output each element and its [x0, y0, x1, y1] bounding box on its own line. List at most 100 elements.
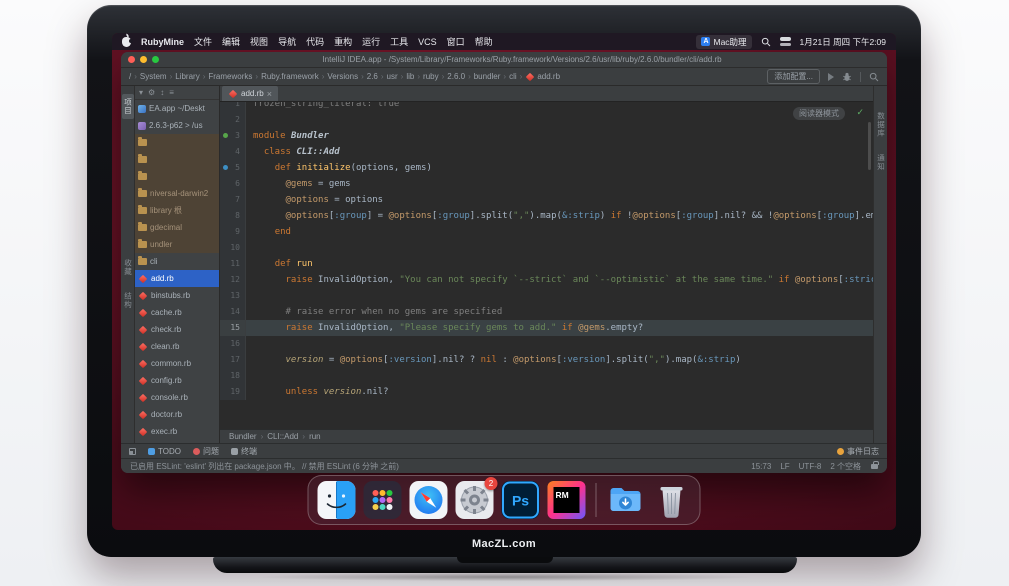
- toolwindow-tool-windows[interactable]: [129, 448, 136, 455]
- tree-row[interactable]: 2.6.3-p62 > /us: [135, 117, 219, 134]
- tool-stripe-label[interactable]: 结构: [122, 292, 134, 309]
- scroll-icon[interactable]: ↕: [160, 88, 164, 97]
- code-line[interactable]: 4 class CLI::Add: [220, 144, 873, 160]
- line-number[interactable]: 1: [220, 102, 246, 112]
- code-line[interactable]: 19 unless version.nil?: [220, 384, 873, 400]
- breadcrumb-item[interactable]: add.rb: [525, 72, 560, 81]
- code-line[interactable]: 3module Bundler: [220, 128, 873, 144]
- assistant-item[interactable]: A Mac助理: [696, 35, 751, 49]
- dock-downloads-icon[interactable]: [607, 481, 645, 519]
- line-number[interactable]: 18: [220, 368, 246, 384]
- menubar-menu[interactable]: 运行: [362, 35, 380, 48]
- code-line[interactable]: 14 # raise error when no gems are specif…: [220, 304, 873, 320]
- tree-row[interactable]: niversal-darwin2: [135, 185, 219, 202]
- menubar-menu[interactable]: 代码: [306, 35, 324, 48]
- tool-stripe-label[interactable]: 数据库: [875, 112, 887, 138]
- menubar-menu[interactable]: 窗口: [447, 35, 465, 48]
- code-line[interactable]: 5 def initialize(options, gems): [220, 160, 873, 176]
- editor-breadcrumb-item[interactable]: CLI::Add: [267, 432, 298, 441]
- code-line[interactable]: 16: [220, 336, 873, 352]
- line-number[interactable]: 17: [220, 352, 246, 368]
- tree-row[interactable]: gdecimal: [135, 219, 219, 236]
- code-line[interactable]: 11 def run: [220, 256, 873, 272]
- dock-finder-icon[interactable]: [318, 481, 356, 519]
- dock-safari-icon[interactable]: [410, 481, 448, 519]
- gutter-marker-blue[interactable]: [223, 165, 228, 170]
- line-number[interactable]: 2: [220, 112, 246, 128]
- code-line[interactable]: 17 version = @options[:version].nil? ? n…: [220, 352, 873, 368]
- tree-row[interactable]: add.rb: [135, 270, 219, 287]
- line-number[interactable]: 5: [220, 160, 246, 176]
- code-line[interactable]: 9 end: [220, 224, 873, 240]
- line-number[interactable]: 13: [220, 288, 246, 304]
- tab-close-icon[interactable]: ×: [267, 90, 272, 98]
- tree-row[interactable]: undler: [135, 236, 219, 253]
- code-line[interactable]: 12 raise InvalidOption, "You can not spe…: [220, 272, 873, 288]
- minimize-button[interactable]: [140, 56, 147, 63]
- code-line[interactable]: 15 raise InvalidOption, "Please specify …: [220, 320, 873, 336]
- tree-row[interactable]: cache.rb: [135, 304, 219, 321]
- toolwindow-todo[interactable]: TODO: [148, 447, 181, 456]
- tool-stripe-label[interactable]: 收藏: [122, 259, 134, 276]
- tree-row[interactable]: EA.app ~/Deskt: [135, 100, 219, 117]
- editor-breadcrumb-item[interactable]: Bundler: [229, 432, 257, 441]
- breadcrumb-item[interactable]: Ruby.framework: [261, 72, 319, 81]
- search-everywhere-icon[interactable]: [869, 72, 879, 82]
- toolwindow-event-log[interactable]: 事件日志: [837, 446, 879, 457]
- code-line[interactable]: 6 @gems = gems: [220, 176, 873, 192]
- tree-row[interactable]: [135, 168, 219, 185]
- toolwindow-terminal[interactable]: 终端: [231, 446, 257, 457]
- more-icon[interactable]: ≡: [169, 88, 174, 97]
- tree-row[interactable]: config.rb: [135, 372, 219, 389]
- run-configuration-select[interactable]: 添加配置...: [767, 69, 820, 84]
- gutter-marker-green[interactable]: [223, 133, 228, 138]
- caret-position[interactable]: 15:73: [751, 462, 771, 471]
- breadcrumb-item[interactable]: /: [129, 72, 131, 81]
- menubar-menu[interactable]: VCS: [418, 37, 437, 47]
- encoding[interactable]: UTF-8: [799, 462, 822, 471]
- tool-stripe-label[interactable]: 通知: [875, 154, 887, 171]
- breadcrumb-item[interactable]: bundler: [474, 72, 501, 81]
- menubar-menu[interactable]: 编辑: [222, 35, 240, 48]
- line-number[interactable]: 14: [220, 304, 246, 320]
- breadcrumb-item[interactable]: usr: [387, 72, 398, 81]
- control-center-icon[interactable]: [780, 37, 791, 46]
- line-number[interactable]: 9: [220, 224, 246, 240]
- collapse-icon[interactable]: ▾: [139, 88, 143, 97]
- code-line[interactable]: 8 @options[:group] = @options[:group].sp…: [220, 208, 873, 224]
- run-button[interactable]: [828, 73, 834, 81]
- tree-row[interactable]: cli: [135, 253, 219, 270]
- tool-stripe-label[interactable]: 项目: [122, 94, 134, 119]
- menubar-menu[interactable]: 重构: [334, 35, 352, 48]
- tree-row[interactable]: clean.rb: [135, 338, 219, 355]
- dock-rubymine-icon[interactable]: RM: [548, 481, 586, 519]
- breadcrumb-item[interactable]: System: [140, 72, 167, 81]
- readonly-lock-icon[interactable]: [871, 464, 878, 469]
- dock-preferences-icon[interactable]: 2: [456, 481, 494, 519]
- tree-row[interactable]: library 根: [135, 202, 219, 219]
- code-line[interactable]: 13: [220, 288, 873, 304]
- apple-menu-icon[interactable]: [122, 37, 131, 47]
- breadcrumb-item[interactable]: ruby: [423, 72, 439, 81]
- indent[interactable]: 2 个空格: [830, 461, 861, 472]
- line-number[interactable]: 4: [220, 144, 246, 160]
- editor-breadcrumb-item[interactable]: run: [309, 432, 321, 441]
- tree-row[interactable]: doctor.rb: [135, 406, 219, 423]
- toolwindow-problems[interactable]: 问题: [193, 446, 219, 457]
- breadcrumb-item[interactable]: 2.6: [367, 72, 378, 81]
- breadcrumb-item[interactable]: 2.6.0: [447, 72, 465, 81]
- menubar-datetime[interactable]: 1月21日 周四 下午2:09: [800, 36, 886, 48]
- tree-row[interactable]: [135, 134, 219, 151]
- debug-button[interactable]: [842, 72, 852, 82]
- line-number[interactable]: 8: [220, 208, 246, 224]
- menubar-menu[interactable]: 导航: [278, 35, 296, 48]
- menubar-app-name[interactable]: RubyMine: [141, 37, 184, 47]
- status-message[interactable]: 已启用 ESLint: 'eslint' 列出在 package.json 中。…: [130, 461, 741, 472]
- menubar-menu[interactable]: 工具: [390, 35, 408, 48]
- breadcrumb-item[interactable]: Library: [175, 72, 199, 81]
- line-number[interactable]: 10: [220, 240, 246, 256]
- menubar-search-icon[interactable]: [761, 37, 771, 47]
- tree-row[interactable]: binstubs.rb: [135, 287, 219, 304]
- dock-trash-icon[interactable]: [653, 481, 691, 519]
- menubar-menu[interactable]: 帮助: [475, 35, 493, 48]
